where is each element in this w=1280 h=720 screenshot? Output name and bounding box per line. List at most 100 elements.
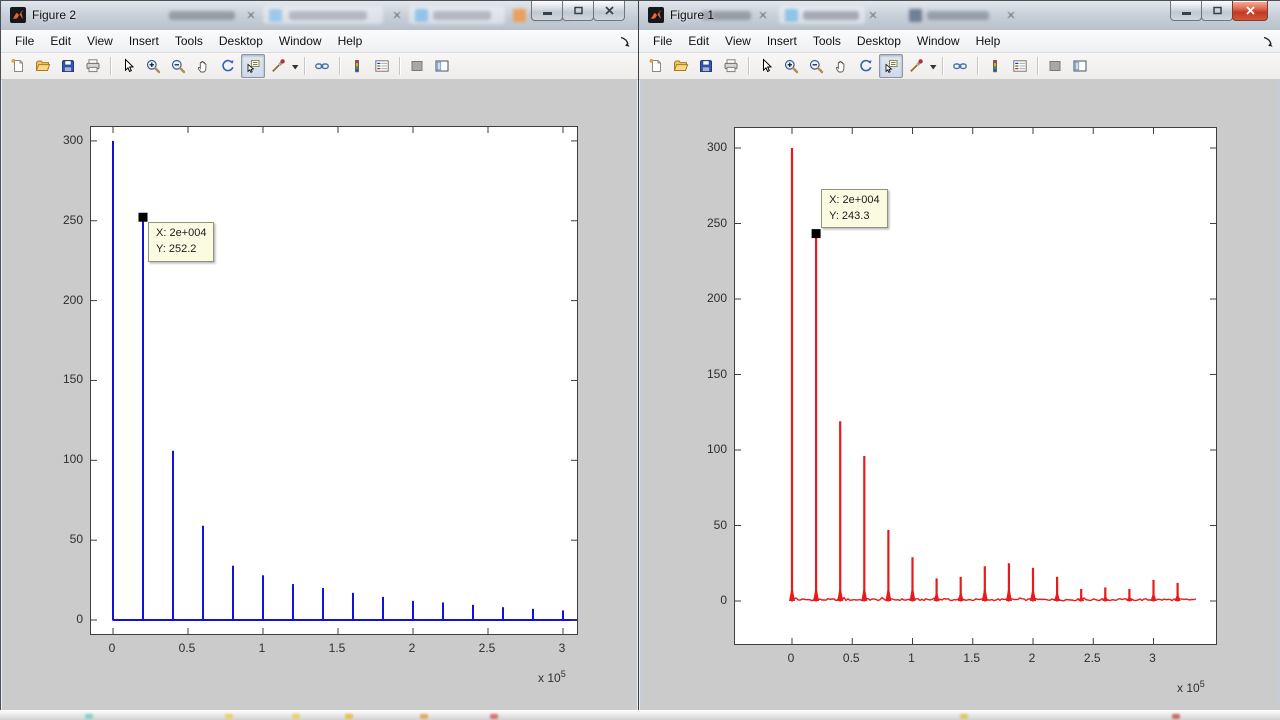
link-plot-button[interactable] (310, 54, 334, 78)
hide-plot-tools-button[interactable] (1043, 54, 1067, 78)
print-figure-icon (724, 59, 738, 73)
x-tick-label: 3 (558, 641, 566, 655)
figure-toolbar (1, 53, 638, 80)
matlab-logo-icon (648, 7, 664, 23)
menu-item-insert[interactable]: Insert (759, 31, 805, 51)
print-figure-button[interactable] (719, 54, 743, 78)
show-plot-tools-icon (435, 60, 449, 72)
new-figure-icon (649, 59, 661, 72)
menu-item-view[interactable]: View (79, 31, 121, 51)
brush-button[interactable] (266, 54, 290, 78)
restore-button[interactable] (1201, 1, 1233, 21)
insert-legend-button[interactable] (370, 54, 394, 78)
link-plot-button[interactable] (948, 54, 972, 78)
hide-plot-tools-button[interactable] (405, 54, 429, 78)
zoom-out-icon (171, 59, 186, 74)
menu-item-edit[interactable]: Edit (42, 31, 79, 51)
rotate-3d-button[interactable] (216, 54, 240, 78)
menu-item-file[interactable]: File (7, 31, 42, 51)
new-figure-button[interactable] (6, 54, 30, 78)
data-cursor-button[interactable] (241, 54, 265, 78)
open-file-button[interactable] (669, 54, 693, 78)
menu-item-desktop[interactable]: Desktop (849, 31, 909, 51)
menu-item-insert[interactable]: Insert (121, 31, 167, 51)
zoom-in-icon (146, 59, 161, 74)
restore-button[interactable] (562, 1, 594, 21)
menu-item-desktop[interactable]: Desktop (211, 31, 271, 51)
insert-legend-button[interactable] (1008, 54, 1032, 78)
show-plot-tools-button[interactable] (1068, 54, 1092, 78)
scale-exponent: 5 (1199, 679, 1205, 689)
menu-item-file[interactable]: File (645, 31, 680, 51)
y-tick-label: 50 (713, 517, 727, 532)
save-figure-icon (700, 60, 712, 72)
datatip-x-value: X: 2e+004 (829, 193, 880, 206)
datatip-y-value: Y: 243.3 (829, 209, 870, 222)
zoom-out-button[interactable] (166, 54, 190, 78)
y-tick-label: 150 (706, 366, 727, 381)
background-tab-close-blur (247, 11, 255, 19)
save-figure-icon (62, 60, 74, 72)
x-tick-label: 0 (787, 651, 795, 665)
pan-button[interactable] (829, 54, 853, 78)
brush-button[interactable] (904, 54, 928, 78)
edit-plot-button[interactable] (116, 54, 140, 78)
menu-item-view[interactable]: View (717, 31, 759, 51)
menu-item-help[interactable]: Help (330, 31, 371, 51)
open-file-button[interactable] (31, 54, 55, 78)
toolbar-separator (399, 57, 400, 75)
data-cursor-button[interactable] (879, 54, 903, 78)
x-tick-label: 1.5 (328, 641, 346, 655)
dropdown-caret-icon[interactable] (292, 57, 299, 75)
window-title: Figure 1 (670, 8, 715, 22)
y-tick-label: 250 (706, 215, 727, 230)
x-tick-label: 2 (1028, 651, 1036, 665)
y-tick-label: 50 (69, 532, 83, 547)
background-favicon-blur (269, 9, 282, 22)
save-figure-button[interactable] (56, 54, 80, 78)
minimize-button[interactable] (1170, 1, 1202, 21)
zoom-in-button[interactable] (779, 54, 803, 78)
dock-figure-arrow[interactable] (619, 35, 631, 47)
zoom-out-button[interactable] (804, 54, 828, 78)
y-tick-label: 100 (706, 442, 727, 456)
y-tick-label: 200 (706, 291, 727, 305)
datatip-marker[interactable] (138, 212, 148, 222)
titlebar[interactable]: Figure 2 (1, 1, 638, 30)
rotate-3d-icon (222, 59, 234, 72)
menu-item-edit[interactable]: Edit (680, 31, 717, 51)
link-plot-icon (953, 63, 967, 70)
menu-item-window[interactable]: Window (909, 31, 968, 51)
toolbar-separator (942, 57, 943, 75)
close-button[interactable] (1232, 1, 1268, 21)
zoom-in-button[interactable] (141, 54, 165, 78)
menubar: File Edit View Insert Tools Desktop Window Help (639, 30, 1280, 53)
minimize-button[interactable] (531, 1, 563, 21)
brush-icon (910, 59, 923, 73)
menu-item-tools[interactable]: Tools (167, 31, 211, 51)
print-figure-button[interactable] (81, 54, 105, 78)
close-button[interactable] (593, 1, 625, 21)
rotate-3d-button[interactable] (854, 54, 878, 78)
background-tab-close-blur (1007, 11, 1015, 19)
insert-colorbar-button[interactable] (983, 54, 1007, 78)
menu-item-window[interactable]: Window (271, 31, 330, 51)
desktop-taskbar-sliver (0, 710, 1280, 720)
plot-area (90, 126, 578, 635)
save-figure-button[interactable] (694, 54, 718, 78)
background-favicon-blur (909, 9, 922, 22)
show-plot-tools-button[interactable] (430, 54, 454, 78)
insert-colorbar-button[interactable] (345, 54, 369, 78)
edit-plot-button[interactable] (754, 54, 778, 78)
menu-item-help[interactable]: Help (968, 31, 1009, 51)
open-file-icon (35, 60, 51, 71)
scale-exponent: 5 (560, 669, 566, 679)
scale-prefix: x 10 (538, 671, 561, 685)
datatip-marker[interactable] (811, 229, 821, 239)
new-figure-button[interactable] (644, 54, 668, 78)
menu-item-tools[interactable]: Tools (805, 31, 849, 51)
dropdown-caret-icon[interactable] (930, 57, 937, 75)
titlebar[interactable]: Figure 1 (639, 1, 1280, 30)
pan-button[interactable] (191, 54, 215, 78)
dock-figure-arrow[interactable] (1262, 35, 1274, 47)
